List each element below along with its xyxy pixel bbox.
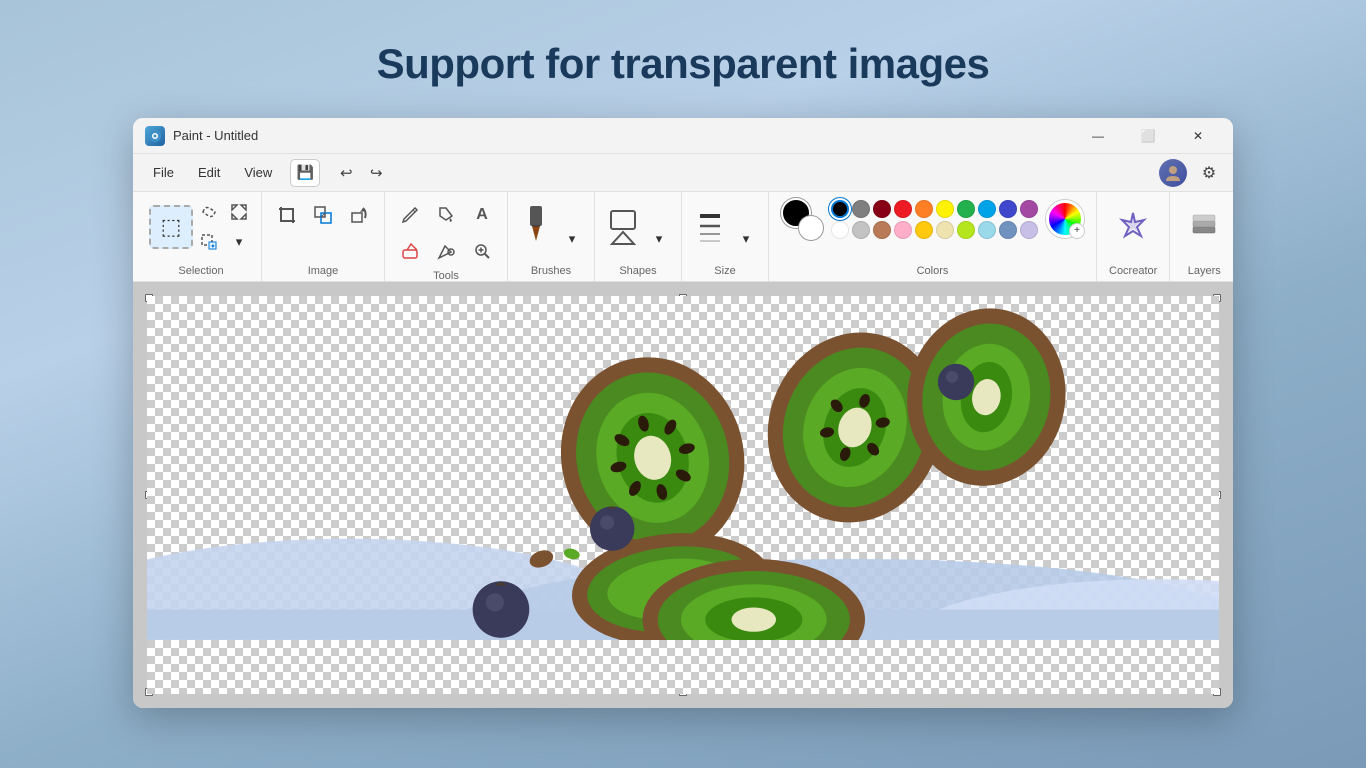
select-all-button[interactable] [225,198,253,226]
fill-button[interactable] [429,198,463,232]
maximize-button[interactable]: ⬜ [1125,120,1171,152]
undo-redo-controls: ↩ ↪ [332,159,390,187]
shapes-group: ▾ Shapes [595,192,682,281]
color-red[interactable] [894,200,912,218]
brushes-dropdown-button[interactable]: ▾ [558,225,586,253]
close-button[interactable]: ✕ [1175,120,1221,152]
rectangle-select-button[interactable]: ⬚ [149,205,193,249]
selection-group: ⬚ ✦ [141,192,262,281]
color-white[interactable] [831,221,849,239]
color-yellow[interactable] [936,200,954,218]
image-buttons [270,198,376,232]
pencil-button[interactable] [393,198,427,232]
menu-bar: File Edit View 💾 ↩ ↪ ⚙ [133,154,1233,192]
cocreator-button[interactable] [1111,198,1155,253]
shapes-buttons: ▾ [603,198,673,253]
size-dropdown-button[interactable]: ▾ [732,225,760,253]
minimize-button[interactable]: — [1075,120,1121,152]
shapes-label: Shapes [619,265,656,277]
freeform-select-button[interactable] [195,198,223,226]
color-lime[interactable] [957,221,975,239]
eraser-button[interactable] [393,234,427,268]
resize-button[interactable] [306,198,340,232]
brushes-group: ▾ Brushes [508,192,595,281]
size-label: Size [714,265,735,277]
toolbar: ⬚ ✦ [133,192,1233,282]
color-steelblue[interactable] [999,221,1017,239]
color-blue[interactable] [999,200,1017,218]
settings-button[interactable]: ⚙ [1195,159,1223,187]
brushes-label: Brushes [531,265,571,277]
image-group: Image [262,192,385,281]
active-colors [781,198,823,240]
save-button[interactable]: 💾 [290,159,320,187]
layers-label: Layers [1188,265,1221,277]
canvas-container [145,294,1221,696]
color-orange[interactable] [915,200,933,218]
cocreator-label: Cocreator [1109,265,1157,277]
size-button[interactable] [690,198,730,253]
size-buttons: ▾ [690,198,760,253]
page-title: Support for transparent images [377,40,990,88]
menu-edit[interactable]: Edit [188,161,230,184]
shapes-dropdown-button[interactable]: ▾ [645,225,673,253]
color-pink[interactable] [894,221,912,239]
color-brown[interactable] [873,221,891,239]
brushes-buttons: ▾ [516,198,586,253]
background-color[interactable] [799,216,823,240]
colors-label: Colors [917,265,949,277]
size-group: ▾ Size [682,192,769,281]
color-darkred[interactable] [873,200,891,218]
canvas-area [133,282,1233,708]
window-controls: — ⬜ ✕ [1075,120,1221,152]
window-title: Paint - Untitled [173,128,1075,143]
color-row-1 [831,200,1038,218]
menu-file[interactable]: File [143,161,184,184]
image-label: Image [308,265,339,277]
title-bar: Paint - Untitled — ⬜ ✕ [133,118,1233,154]
layers-button[interactable] [1182,198,1226,253]
color-gold[interactable] [915,221,933,239]
text-button[interactable]: A [465,198,499,232]
menu-right-controls: ⚙ [1159,159,1223,187]
color-gray[interactable] [852,200,870,218]
crop-button[interactable] [270,198,304,232]
color-green[interactable] [957,200,975,218]
magic-select-button[interactable]: ✦ [195,228,223,256]
cocreator-group: Cocreator [1096,192,1169,281]
canvas-svg [147,296,1219,640]
color-lavender[interactable] [1020,221,1038,239]
color-purple[interactable] [1020,200,1038,218]
color-lightgray[interactable] [852,221,870,239]
color-black[interactable] [831,200,849,218]
colors-content [781,198,1084,240]
svg-text:✦: ✦ [210,243,216,251]
rotate-button[interactable] [342,198,376,232]
tools-label: Tools [433,270,459,282]
redo-button[interactable]: ↪ [362,159,390,187]
paint-window: Paint - Untitled — ⬜ ✕ File Edit View 💾 … [133,118,1233,708]
color-row-2 [831,221,1038,239]
user-avatar[interactable] [1159,159,1187,187]
shapes-button[interactable] [603,198,643,253]
color-skyblue[interactable] [978,221,996,239]
select-dropdown-button[interactable]: ▾ [225,228,253,256]
colors-section: Colors [769,192,1096,281]
tools-group: A Tools [385,192,508,281]
color-swatches [831,200,1038,239]
brush-button[interactable] [516,198,556,253]
selection-buttons: ⬚ ✦ [149,198,253,256]
canvas-drawing-area[interactable] [147,296,1219,694]
layers-group: Layers [1169,192,1233,281]
undo-button[interactable]: ↩ [332,159,360,187]
color-cream[interactable] [936,221,954,239]
color-picker-button[interactable] [429,234,463,268]
selection-label: Selection [178,265,223,277]
zoom-button[interactable] [465,234,499,268]
app-icon [145,126,165,146]
color-picker-rainbow[interactable] [1046,200,1084,238]
menu-view[interactable]: View [234,161,282,184]
color-cyan[interactable] [978,200,996,218]
